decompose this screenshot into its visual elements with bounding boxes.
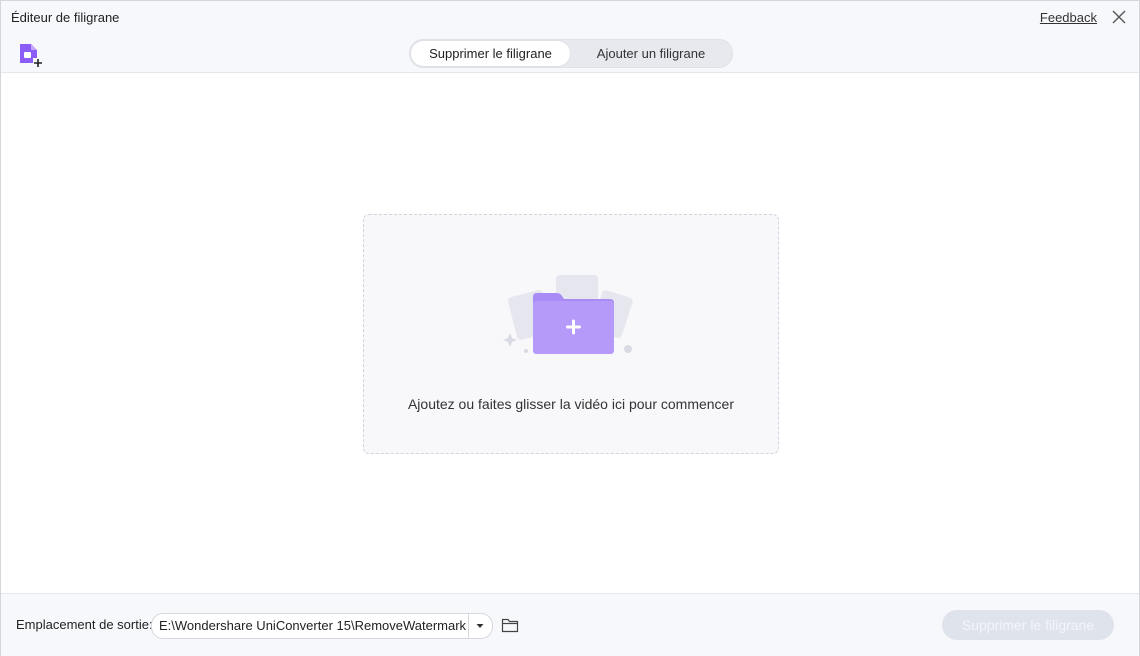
add-file-icon [20, 44, 43, 68]
add-folder-icon [503, 275, 633, 354]
open-folder-button[interactable] [501, 616, 519, 634]
top-bar: Éditeur de filigrane Feedback Supprimer … [1, 1, 1139, 73]
remove-watermark-button[interactable]: Supprimer le filigrane [942, 610, 1114, 640]
output-path-select[interactable]: E:\Wondershare UniConverter 15\RemoveWat… [151, 613, 493, 639]
video-drop-zone[interactable]: Ajoutez ou faites glisser la vidéo ici p… [363, 214, 779, 454]
tab-add-watermark[interactable]: Ajouter un filigrane [571, 41, 731, 66]
close-icon [1112, 10, 1126, 24]
close-button[interactable] [1109, 7, 1129, 27]
upload-illustration [500, 271, 640, 361]
window-title: Éditeur de filigrane [11, 10, 120, 25]
drop-instructions: Ajoutez ou faites glisser la vidéo ici p… [407, 396, 735, 412]
chevron-down-icon[interactable] [474, 621, 486, 631]
feedback-link[interactable]: Feedback [1040, 10, 1097, 25]
bottom-bar: Emplacement de sortie: E:\Wondershare Un… [1, 593, 1139, 656]
mode-tabs: Supprimer le filigrane Ajouter un filigr… [409, 39, 733, 68]
tab-remove-watermark[interactable]: Supprimer le filigrane [411, 41, 570, 66]
folder-icon [501, 618, 519, 633]
add-file-button[interactable] [17, 41, 45, 69]
select-divider [468, 614, 469, 638]
output-path-value: E:\Wondershare UniConverter 15\RemoveWat… [159, 618, 467, 633]
output-location-label: Emplacement de sortie: [16, 617, 153, 632]
watermark-editor-window: Éditeur de filigrane Feedback Supprimer … [0, 0, 1140, 656]
